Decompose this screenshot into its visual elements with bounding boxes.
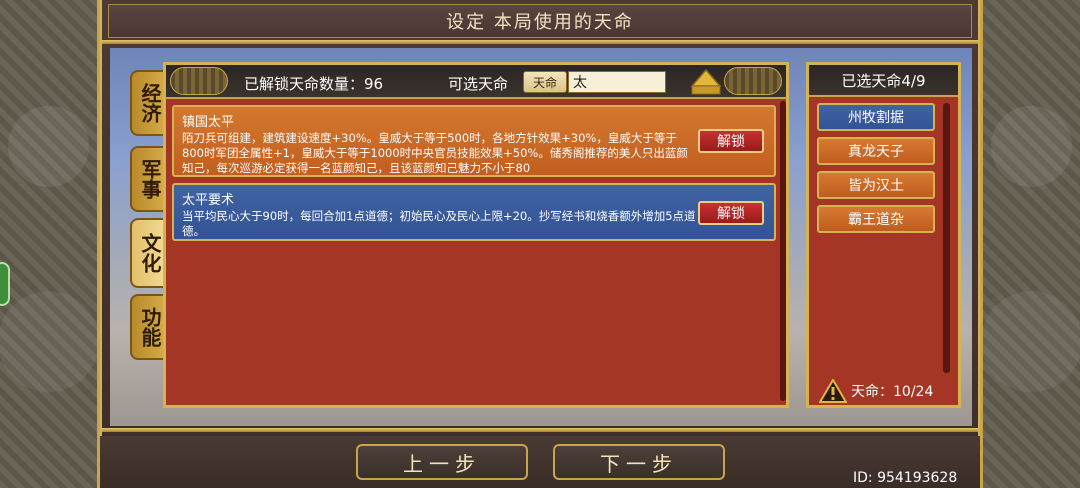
item-title: 太平要术 (182, 193, 235, 208)
player-id: ID: 954193628 (853, 470, 958, 486)
tab-label: 功能 (138, 307, 162, 347)
unlock-button[interactable]: 解锁 (698, 201, 764, 225)
tab-label: 文化 (138, 233, 162, 273)
list-header: 已解锁天命数量：96 可选天命 天命 (166, 65, 786, 99)
selected-item[interactable]: 州牧割据 (817, 103, 935, 131)
list-item[interactable]: 太平要术 当平均民心大于90时，每回合加1点道德；初始民心及民心上限+20。抄写… (172, 183, 776, 241)
bottom-bar (100, 436, 980, 488)
mandate-count: 天命：10/24 (819, 379, 933, 403)
scrollbar-thumb[interactable] (780, 101, 786, 401)
page-title: 设定 本局使用的天命 (108, 4, 972, 38)
side-handle[interactable] (0, 262, 10, 306)
divider (102, 40, 978, 44)
prev-step-button[interactable]: 上一步 (356, 444, 528, 480)
mandate-count-text: 天命：10/24 (851, 384, 934, 400)
list-item[interactable]: 镇国太平 陌刀兵可组建，建筑建设速度+30%。皇威大于等于500时，各地方针效果… (172, 105, 776, 177)
tab-label: 军事 (138, 159, 162, 199)
selected-item[interactable]: 皆为汉土 (817, 171, 935, 199)
tab-label: 经济 (138, 83, 162, 123)
selected-mandates-panel: 已选天命4/9 州牧割据 真龙天子 皆为汉土 霸王道杂 天命：10/24 (806, 62, 961, 408)
next-step-button[interactable]: 下一步 (553, 444, 725, 480)
right-decor-panel (980, 0, 1080, 488)
selected-item[interactable]: 霸王道杂 (817, 205, 935, 233)
selected-header: 已选天命4/9 (809, 65, 958, 97)
unlocked-count: 已解锁天命数量：96 (244, 75, 384, 93)
scrollbar[interactable] (780, 101, 786, 401)
item-title: 镇国太平 (182, 115, 235, 130)
cloud-ornament-icon (724, 67, 782, 95)
treasure-icon[interactable] (686, 68, 726, 96)
left-decor-panel (0, 0, 100, 488)
selected-item[interactable]: 真龙天子 (817, 137, 935, 165)
warning-icon (819, 379, 847, 403)
unlock-button[interactable]: 解锁 (698, 129, 764, 153)
item-description: 陌刀兵可组建，建筑建设速度+30%。皇威大于等于500时，各地方针效果+30%，… (182, 131, 688, 175)
search-input[interactable] (568, 71, 666, 93)
divider (102, 428, 978, 432)
mandate-list-panel: 已解锁天命数量：96 可选天命 天命 镇国太平 陌刀兵可组建，建筑建设速度+30… (163, 62, 789, 408)
scrollbar[interactable] (943, 103, 950, 373)
cloud-ornament-icon (170, 67, 228, 95)
item-description: 当平均民心大于90时，每回合加1点道德；初始民心及民心上限+20。抄写经书和烧香… (182, 209, 696, 238)
available-label: 可选天命 (448, 75, 509, 93)
filter-tag[interactable]: 天命 (523, 71, 567, 93)
